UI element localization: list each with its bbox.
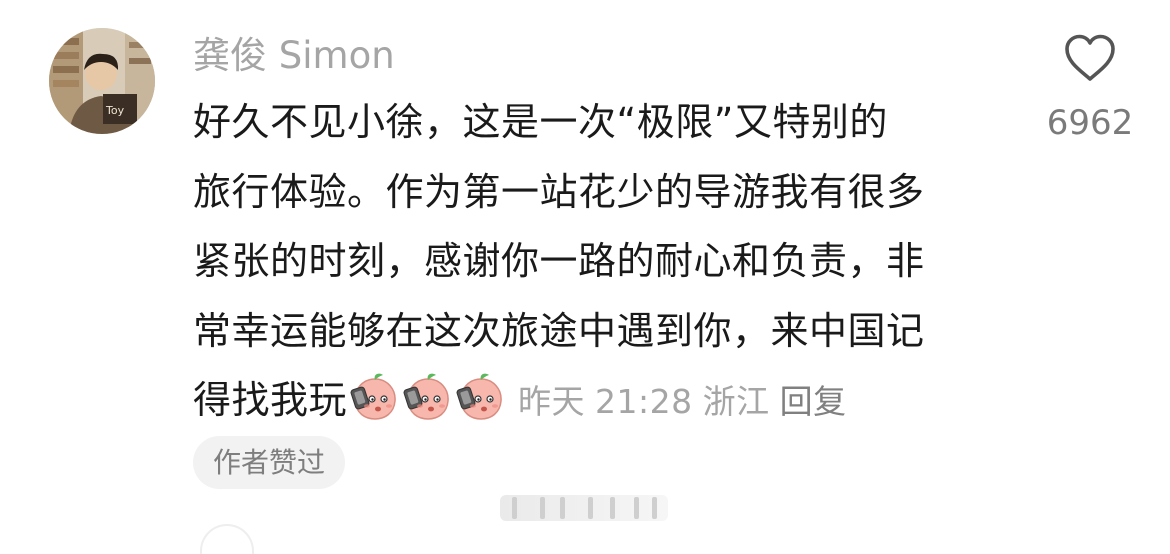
reply-button[interactable]: 回复: [780, 382, 847, 421]
comment-meta: 昨天 21:28 浙江 回复: [518, 382, 857, 421]
username[interactable]: 龚俊 Simon: [193, 33, 395, 79]
next-comment-avatar: [200, 524, 254, 554]
comment-body: 好久不见小徐，这是一次“极限”又特别的 旅行体验。作为第一站花少的导游我有很多 …: [193, 88, 1023, 436]
comment-item: Toy 龚俊 Simon 好久不见小徐，这是一次“极限”又特别的 旅行体验。作为…: [0, 0, 1170, 554]
heart-outline-icon[interactable]: [1063, 33, 1117, 83]
avatar-photo: Toy: [49, 28, 155, 134]
comment-line-4: 常幸运能够在这次旅途中遇到你，来中国记: [193, 308, 925, 353]
loading-bar: [500, 495, 668, 521]
comment-line-3: 紧张的时刻，感谢你一路的耐心和负责，非: [193, 239, 925, 283]
avatar[interactable]: Toy: [49, 28, 155, 134]
comment-time: 21:28: [595, 382, 693, 421]
peach-emoji: [350, 373, 396, 420]
comment-line-1: 好久不见小徐，这是一次“极限”又特别的: [193, 100, 888, 144]
comment-location: 浙江: [702, 382, 770, 421]
emoji-group: [349, 370, 508, 445]
peach-emoji: [456, 373, 502, 420]
comment-line-2: 旅行体验。作为第一站花少的导游我有很多: [193, 169, 925, 214]
like-count: 6962: [1046, 103, 1134, 143]
like-area[interactable]: 6962: [1040, 33, 1140, 143]
author-liked-tag: 作者赞过: [193, 436, 346, 489]
comment-line-5: 得找我玩 昨天 21:28 浙江 回复: [193, 366, 1023, 436]
comment-date: 昨天: [518, 382, 586, 421]
svg-text:Toy: Toy: [105, 104, 125, 117]
peach-emoji: [403, 373, 449, 420]
comment-line-5-text: 得找我玩: [193, 378, 348, 422]
